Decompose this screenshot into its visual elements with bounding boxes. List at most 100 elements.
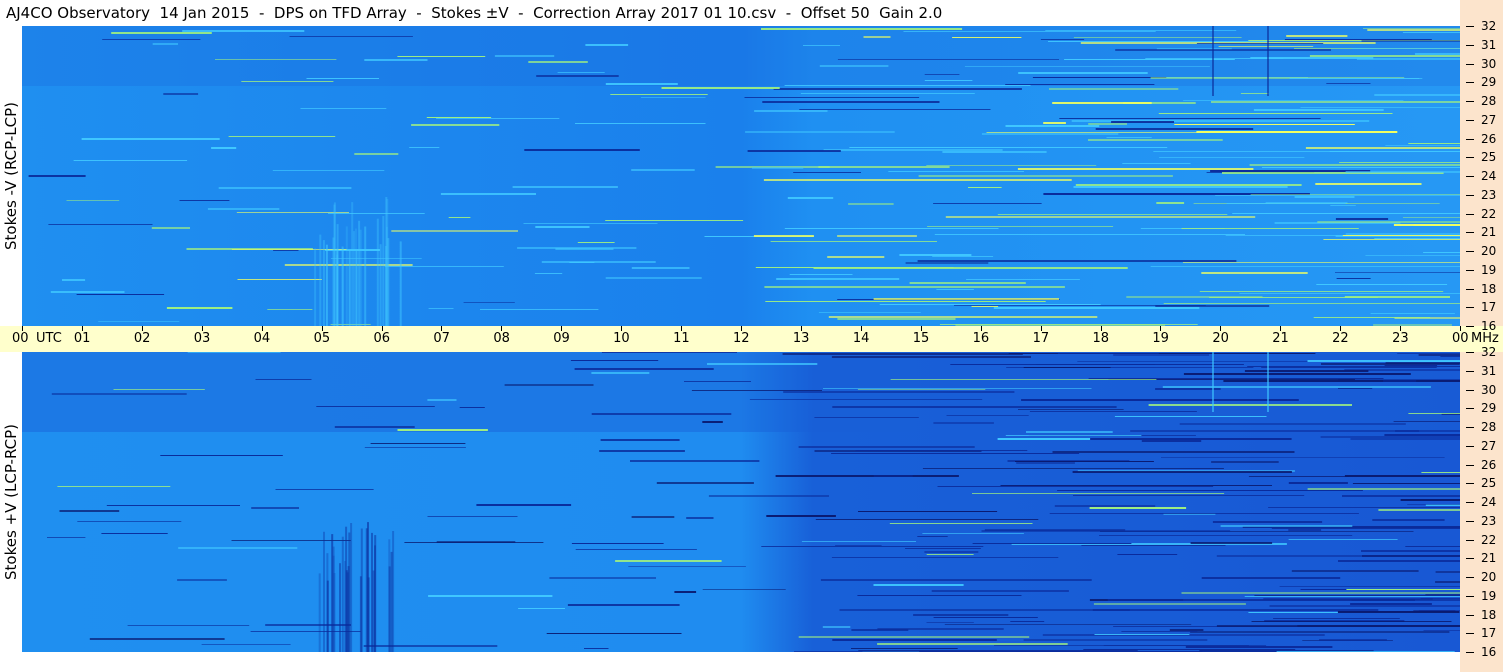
interference-streak — [1216, 625, 1460, 627]
interference-streak — [702, 589, 786, 590]
frequency-tick-label: 21 — [1481, 225, 1497, 240]
interference-streak — [1253, 109, 1384, 111]
interference-streak — [754, 110, 828, 112]
interference-streak — [101, 533, 168, 534]
time-tick-mark — [681, 326, 682, 331]
interference-streak — [591, 372, 650, 374]
time-tick-label: 02 — [133, 331, 151, 346]
interference-streak — [1268, 507, 1460, 508]
frequency-tick-label: 19 — [1481, 588, 1497, 603]
time-tick-mark — [1160, 326, 1161, 331]
interference-streak — [428, 308, 454, 309]
burst-line — [326, 553, 329, 652]
interference-streak — [1384, 434, 1460, 436]
interference-streak — [179, 200, 230, 201]
interference-streak — [888, 171, 1024, 172]
interference-streak — [1263, 598, 1433, 600]
time-tick-mark — [621, 326, 622, 331]
interference-streak — [98, 321, 180, 322]
interference-streak — [1111, 121, 1174, 123]
burst-line — [360, 528, 363, 652]
interference-streak — [1407, 504, 1460, 505]
interference-streak — [837, 235, 917, 237]
interference-streak — [610, 94, 708, 95]
interference-streak — [927, 226, 1114, 227]
interference-streak — [968, 187, 1002, 188]
interference-streak — [747, 150, 841, 152]
interference-streak — [57, 486, 171, 487]
frequency-tick-mark — [1466, 232, 1474, 233]
interference-streak — [801, 541, 916, 542]
interference-streak — [1321, 363, 1460, 365]
time-tick-label: 17 — [1032, 331, 1050, 346]
frequency-tick-mark — [1466, 427, 1474, 428]
interference-streak — [753, 235, 814, 237]
interference-streak — [330, 258, 422, 259]
interference-streak — [656, 482, 754, 484]
interference-streak — [476, 504, 572, 506]
time-tick-mark — [322, 326, 323, 331]
time-tick-mark — [1101, 326, 1102, 331]
interference-streak — [1088, 123, 1127, 125]
interference-streak — [409, 147, 440, 148]
interference-streak — [1095, 128, 1254, 130]
interference-streak — [1073, 37, 1242, 38]
interference-streak — [585, 44, 629, 46]
interference-streak — [858, 511, 998, 512]
interference-streak — [775, 475, 959, 477]
interference-streak — [1093, 603, 1246, 605]
frequency-tick-label: 31 — [1481, 363, 1497, 378]
interference-streak — [782, 353, 1023, 355]
frequency-tick-label: 18 — [1481, 607, 1497, 622]
interference-streak — [1017, 168, 1254, 170]
interference-streak — [1054, 505, 1156, 507]
interference-streak — [201, 644, 291, 645]
interference-streak — [1181, 228, 1359, 229]
time-tick-mark — [861, 326, 862, 331]
interference-streak — [228, 136, 336, 137]
interference-streak — [1094, 634, 1190, 635]
time-tick-mark — [1460, 326, 1461, 331]
interference-streak — [877, 643, 1068, 645]
frequency-tick-mark — [1466, 633, 1474, 634]
interference-streak — [934, 234, 1245, 235]
interference-streak — [577, 242, 615, 243]
frequency-tick-mark — [1466, 176, 1474, 177]
interference-streak — [1122, 163, 1191, 164]
interference-streak — [1335, 272, 1460, 273]
interference-streak — [1190, 542, 1273, 544]
interference-streak — [1393, 421, 1460, 422]
interference-streak — [605, 277, 702, 279]
interference-streak — [1276, 651, 1455, 652]
interference-streak — [1361, 550, 1460, 552]
interference-streak — [1305, 147, 1460, 149]
interference-streak — [889, 523, 1033, 524]
interference-streak — [1026, 431, 1113, 433]
frequency-tick-label: 17 — [1481, 626, 1497, 641]
interference-streak — [448, 217, 471, 218]
interference-streak — [428, 595, 553, 597]
interference-streak — [1163, 303, 1460, 304]
interference-streak — [628, 566, 746, 567]
frequency-tick-mark — [1466, 540, 1474, 541]
frequency-tick-mark — [1466, 465, 1474, 466]
interference-streak — [964, 66, 1210, 67]
burst-line — [333, 202, 336, 326]
interference-streak — [1106, 137, 1152, 138]
interference-streak — [933, 203, 1042, 204]
interference-streak — [1150, 266, 1460, 267]
burst-line — [382, 216, 385, 326]
interference-streak — [265, 624, 351, 626]
frequency-tick-label: 22 — [1481, 206, 1497, 221]
mhz-unit-label: MHz — [1471, 331, 1499, 346]
interference-streak — [926, 554, 974, 555]
interference-streak — [1064, 59, 1235, 60]
interference-streak — [832, 639, 997, 641]
interference-streak — [177, 579, 227, 581]
interference-streak — [1291, 570, 1419, 572]
time-tick-label: 18 — [1092, 331, 1110, 346]
interference-streak — [839, 609, 1130, 611]
interference-streak — [981, 530, 1231, 532]
interference-streak — [831, 356, 1031, 358]
interference-streak — [899, 254, 972, 256]
